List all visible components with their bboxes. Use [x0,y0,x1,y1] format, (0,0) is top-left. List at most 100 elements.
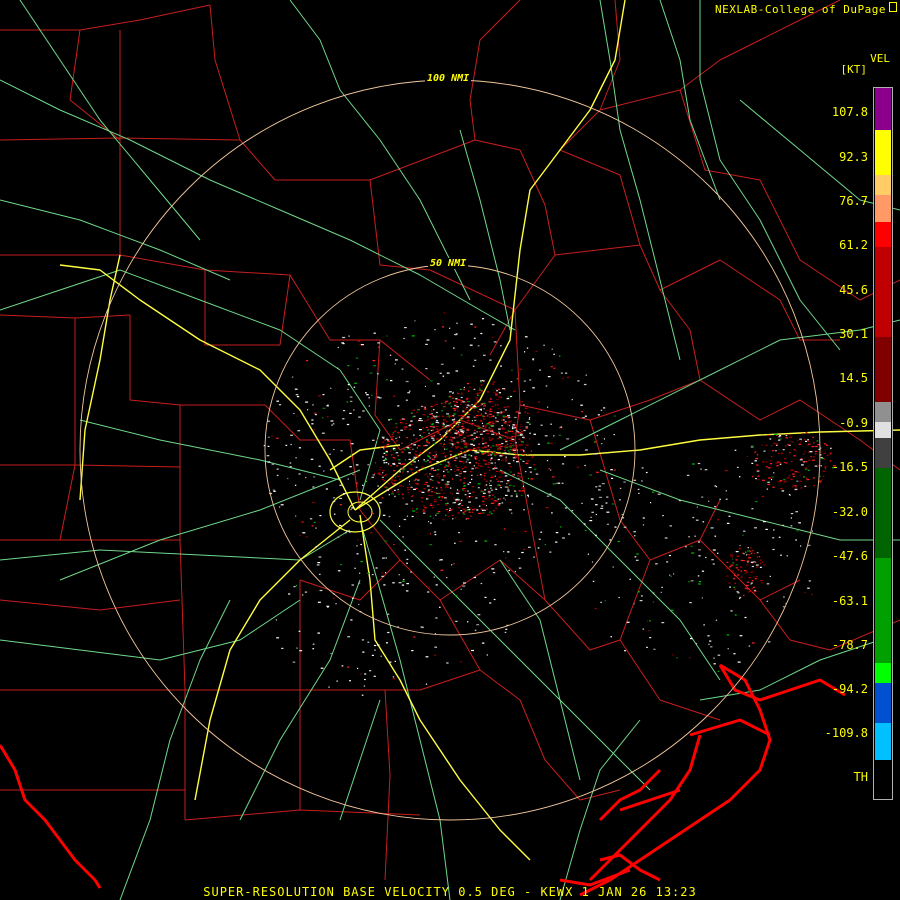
echo-pixel [734,588,736,590]
echo-pixel [778,536,781,538]
echo-pixel [794,471,798,473]
echo-pixel [457,452,459,454]
echo-pixel [317,632,320,634]
echo-pixel [473,403,477,405]
echo-pixel [404,459,406,461]
echo-pixel [612,566,614,568]
echo-pixel [437,482,441,484]
echo-pixel [478,512,481,514]
echo-pixel [275,619,277,621]
echo-pixel [584,415,587,417]
echo-pixel [384,451,388,454]
county-line [519,149,556,256]
echo-pixel [492,494,494,496]
echo-pixel [717,552,719,554]
echo-pixel [435,411,438,414]
echo-pixel [445,498,447,500]
echo-pixel [430,380,433,382]
echo-pixel [349,680,351,682]
echo-pixel [425,343,428,345]
echo-pixel [430,417,433,419]
echo-pixel [407,489,411,491]
echo-pixel [313,429,315,431]
echo-pixel [416,508,418,510]
echo-pixel [502,415,505,417]
echo-pixel [424,449,426,451]
echo-pixel [500,452,503,454]
echo-pixel [427,591,430,593]
echo-pixel [433,443,436,445]
echo-pixel [511,512,513,514]
echo-pixel [503,497,505,499]
echo-pixel [448,442,451,444]
echo-pixel [371,513,375,515]
echo-pixel [771,476,774,478]
echo-pixel [419,453,422,455]
echo-pixel [497,504,500,506]
echo-pixel [322,394,325,396]
color-scale-segment [875,438,891,468]
echo-pixel [434,499,437,501]
echo-pixel [634,556,637,558]
echo-pixel [495,507,497,509]
echo-pixel [432,426,435,428]
echo-pixel [772,537,775,539]
echo-pixel [506,480,510,482]
echo-pixel [509,466,512,468]
echo-pixel [467,418,469,420]
echo-pixel [362,484,364,486]
echo-pixel [317,601,321,603]
echo-pixel [499,436,501,438]
echo-pixel [422,509,425,511]
echo-pixel [403,448,406,451]
echo-pixel [423,459,425,461]
county-line [0,314,131,319]
echo-pixel [640,595,643,597]
echo-pixel [431,475,434,477]
echo-pixel [465,432,467,434]
echo-pixel [484,463,487,465]
echo-pixel [513,424,515,426]
echo-pixel [509,446,513,448]
echo-pixel [657,493,661,495]
echo-pixel [551,512,553,514]
echo-pixel [434,418,436,420]
echo-pixel [454,542,456,544]
echo-pixel [456,322,458,324]
echo-pixel [455,500,458,502]
echo-pixel [784,458,787,460]
echo-pixel [503,528,506,530]
echo-pixel [371,476,374,478]
echo-pixel [424,407,426,409]
echo-pixel [355,464,359,466]
color-scale-tick-label: 107.8 [831,105,868,119]
echo-pixel [402,536,404,538]
echo-pixel [455,454,458,456]
echo-pixel [695,643,697,645]
echo-pixel [509,440,512,442]
echo-pixel [455,333,458,335]
echo-pixel [384,445,387,447]
echo-pixel [446,413,449,415]
echo-pixel [483,428,485,430]
echo-pixel [404,423,408,425]
echo-pixel [489,359,492,361]
echo-pixel [488,492,490,495]
echo-pixel [807,444,810,446]
echo-pixel [521,430,524,432]
echo-pixel [333,448,335,451]
echo-pixel [500,365,502,367]
echo-pixel [425,656,429,658]
echo-pixel [756,556,759,558]
echo-pixel [402,472,404,474]
echo-pixel [293,412,295,415]
echo-pixel [759,566,762,568]
echo-pixel [501,502,504,504]
echo-pixel [471,486,475,488]
echo-pixel [533,468,537,470]
echo-pixel [785,434,788,437]
echo-pixel [739,566,743,568]
echo-pixel [790,441,793,443]
echo-pixel [491,568,495,570]
echo-pixel [357,368,359,370]
